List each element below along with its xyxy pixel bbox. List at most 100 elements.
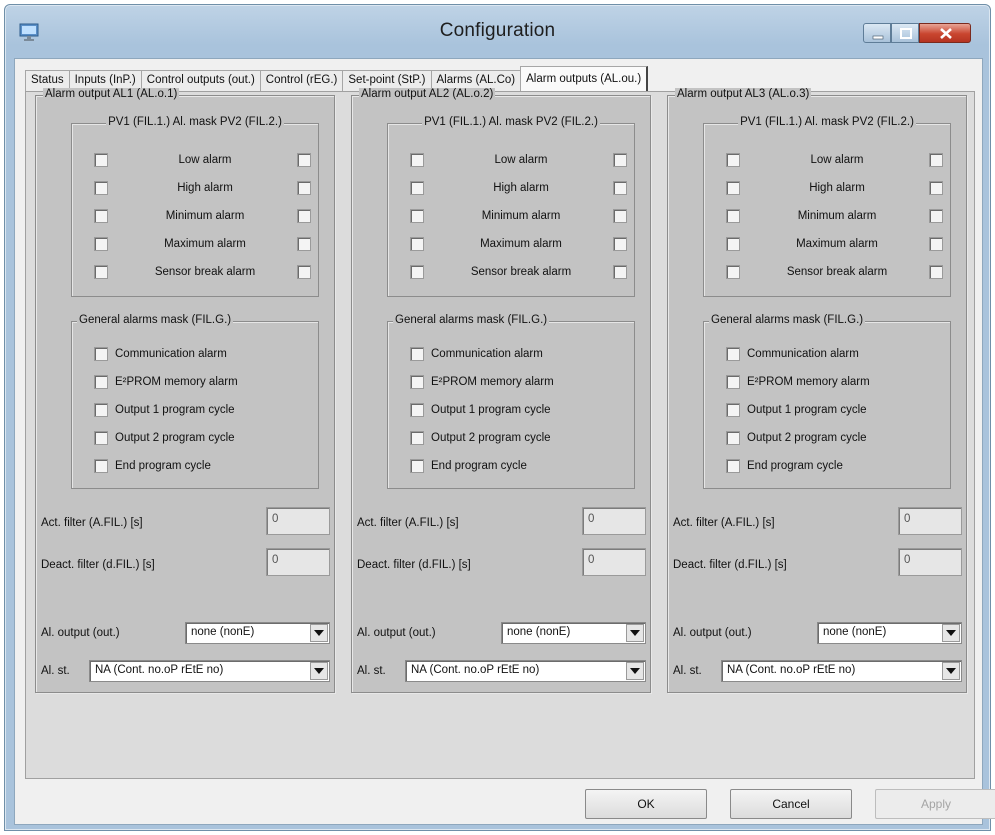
alarm-mask-label: Maximum alarm <box>796 238 878 250</box>
pv1-mask-checkbox[interactable] <box>726 209 740 223</box>
general-alarm-checkbox[interactable] <box>410 347 424 361</box>
alarm-mask-label: Sensor break alarm <box>786 266 888 278</box>
general-alarm-checkbox[interactable] <box>410 431 424 445</box>
pv1-mask-checkbox[interactable] <box>726 265 740 279</box>
general-alarm-checkbox[interactable] <box>726 459 740 473</box>
general-alarm-label: E²PROM memory alarm <box>747 376 870 388</box>
pv1-mask-checkbox[interactable] <box>94 153 108 167</box>
pv2-mask-checkbox[interactable] <box>297 265 311 279</box>
alarm-mask-label: High alarm <box>177 182 233 194</box>
deact-filter-input[interactable]: 0 <box>898 548 962 576</box>
pv1-mask-checkbox[interactable] <box>410 265 424 279</box>
act-filter-label: Act. filter (A.FIL.) [s] <box>673 517 775 529</box>
pv2-mask-checkbox[interactable] <box>297 153 311 167</box>
general-alarm-checkbox[interactable] <box>410 375 424 389</box>
pv2-mask-checkbox[interactable] <box>929 209 943 223</box>
general-alarm-label: End program cycle <box>747 460 843 472</box>
general-alarm-checkbox[interactable] <box>726 431 740 445</box>
dropdown-arrow-icon[interactable] <box>626 624 644 642</box>
pv1-mask-checkbox[interactable] <box>726 153 740 167</box>
dropdown-arrow-icon[interactable] <box>310 624 328 642</box>
ok-button[interactable]: OK <box>585 789 707 819</box>
pv1-mask-checkbox[interactable] <box>726 181 740 195</box>
general-alarms-header: General alarms mask (FIL.G.) <box>709 314 866 326</box>
general-alarm-label: Communication alarm <box>115 348 227 360</box>
alarm-mask-header: PV1 (FIL.1.) Al. mask PV2 (FIL.2.) <box>106 116 284 128</box>
general-alarm-label: Output 2 program cycle <box>115 432 235 444</box>
pv2-mask-checkbox[interactable] <box>297 209 311 223</box>
general-alarm-label: E²PROM memory alarm <box>431 376 554 388</box>
pv2-mask-checkbox[interactable] <box>613 265 627 279</box>
alarm-output-column-2: Alarm output AL2 (AL.o.2) PV1 (FIL.1.) Al… <box>351 88 651 693</box>
pv2-mask-checkbox[interactable] <box>613 153 627 167</box>
dropdown-arrow-icon[interactable] <box>942 624 960 642</box>
al-st-label: Al. st. <box>41 665 70 677</box>
alarm-mask-label: Low alarm <box>494 154 548 166</box>
pv2-mask-checkbox[interactable] <box>929 265 943 279</box>
tab-control[interactable]: Control (rEG.) <box>259 70 344 91</box>
deact-filter-input[interactable]: 0 <box>266 548 330 576</box>
al-st-select[interactable]: NA (Cont. no.oP rEtE no) <box>405 660 646 682</box>
alarm-output-column-1: Alarm output AL1 (AL.o.1) PV1 (FIL.1.) Al… <box>35 88 335 693</box>
alarm-mask-label: Minimum alarm <box>797 210 877 222</box>
alarm-output-column-3: Alarm output AL3 (AL.o.3) PV1 (FIL.1.) Al… <box>667 88 967 693</box>
al-output-label: Al. output (out.) <box>41 627 120 639</box>
pv2-mask-checkbox[interactable] <box>929 237 943 251</box>
general-alarm-checkbox[interactable] <box>94 347 108 361</box>
general-alarm-label: Output 1 program cycle <box>747 404 867 416</box>
general-alarm-checkbox[interactable] <box>726 375 740 389</box>
pv2-mask-checkbox[interactable] <box>929 153 943 167</box>
maximize-button[interactable] <box>891 23 919 43</box>
general-alarm-checkbox[interactable] <box>726 403 740 417</box>
al-output-select[interactable]: none (nonE) <box>185 622 330 644</box>
act-filter-input[interactable]: 0 <box>582 507 646 535</box>
dropdown-arrow-icon[interactable] <box>310 662 328 680</box>
general-alarm-checkbox[interactable] <box>94 459 108 473</box>
act-filter-input[interactable]: 0 <box>266 507 330 535</box>
general-alarm-checkbox[interactable] <box>94 431 108 445</box>
pv1-mask-checkbox[interactable] <box>94 181 108 195</box>
pv2-mask-checkbox[interactable] <box>297 237 311 251</box>
al-output-label: Al. output (out.) <box>357 627 436 639</box>
pv2-mask-checkbox[interactable] <box>929 181 943 195</box>
dropdown-arrow-icon[interactable] <box>626 662 644 680</box>
general-alarm-checkbox[interactable] <box>410 459 424 473</box>
pv1-mask-checkbox[interactable] <box>410 209 424 223</box>
al-st-value: NA (Cont. no.oP rEtE no) <box>411 664 540 676</box>
minimize-button[interactable] <box>863 23 891 43</box>
general-alarm-label: Output 1 program cycle <box>431 404 551 416</box>
general-alarm-checkbox[interactable] <box>94 375 108 389</box>
al-output-select[interactable]: none (nonE) <box>817 622 962 644</box>
pv1-mask-checkbox[interactable] <box>94 237 108 251</box>
al-st-select[interactable]: NA (Cont. no.oP rEtE no) <box>721 660 962 682</box>
title-bar[interactable]: Configuration <box>5 5 990 59</box>
general-alarm-checkbox[interactable] <box>94 403 108 417</box>
deact-filter-label: Deact. filter (d.FIL.) [s] <box>41 559 155 571</box>
pv1-mask-checkbox[interactable] <box>94 265 108 279</box>
dropdown-arrow-icon[interactable] <box>942 662 960 680</box>
pv1-mask-checkbox[interactable] <box>410 237 424 251</box>
al-st-select[interactable]: NA (Cont. no.oP rEtE no) <box>89 660 330 682</box>
general-alarm-checkbox[interactable] <box>726 347 740 361</box>
apply-button[interactable]: Apply <box>875 789 995 819</box>
pv2-mask-checkbox[interactable] <box>297 181 311 195</box>
alarm-mask-label: Minimum alarm <box>165 210 245 222</box>
pv1-mask-checkbox[interactable] <box>726 237 740 251</box>
close-button[interactable] <box>919 23 971 43</box>
al-output-value: none (nonE) <box>191 626 255 638</box>
deact-filter-input[interactable]: 0 <box>582 548 646 576</box>
general-alarm-label: End program cycle <box>431 460 527 472</box>
act-filter-input[interactable]: 0 <box>898 507 962 535</box>
cancel-button[interactable]: Cancel <box>730 789 852 819</box>
act-filter-label: Act. filter (A.FIL.) [s] <box>41 517 143 529</box>
pv1-mask-checkbox[interactable] <box>94 209 108 223</box>
pv2-mask-checkbox[interactable] <box>613 237 627 251</box>
pv2-mask-checkbox[interactable] <box>613 181 627 195</box>
alarm-mask-label: Low alarm <box>178 154 232 166</box>
pv2-mask-checkbox[interactable] <box>613 209 627 223</box>
pv1-mask-checkbox[interactable] <box>410 181 424 195</box>
alarm-mask-label: Sensor break alarm <box>470 266 572 278</box>
pv1-mask-checkbox[interactable] <box>410 153 424 167</box>
al-output-select[interactable]: none (nonE) <box>501 622 646 644</box>
general-alarm-checkbox[interactable] <box>410 403 424 417</box>
